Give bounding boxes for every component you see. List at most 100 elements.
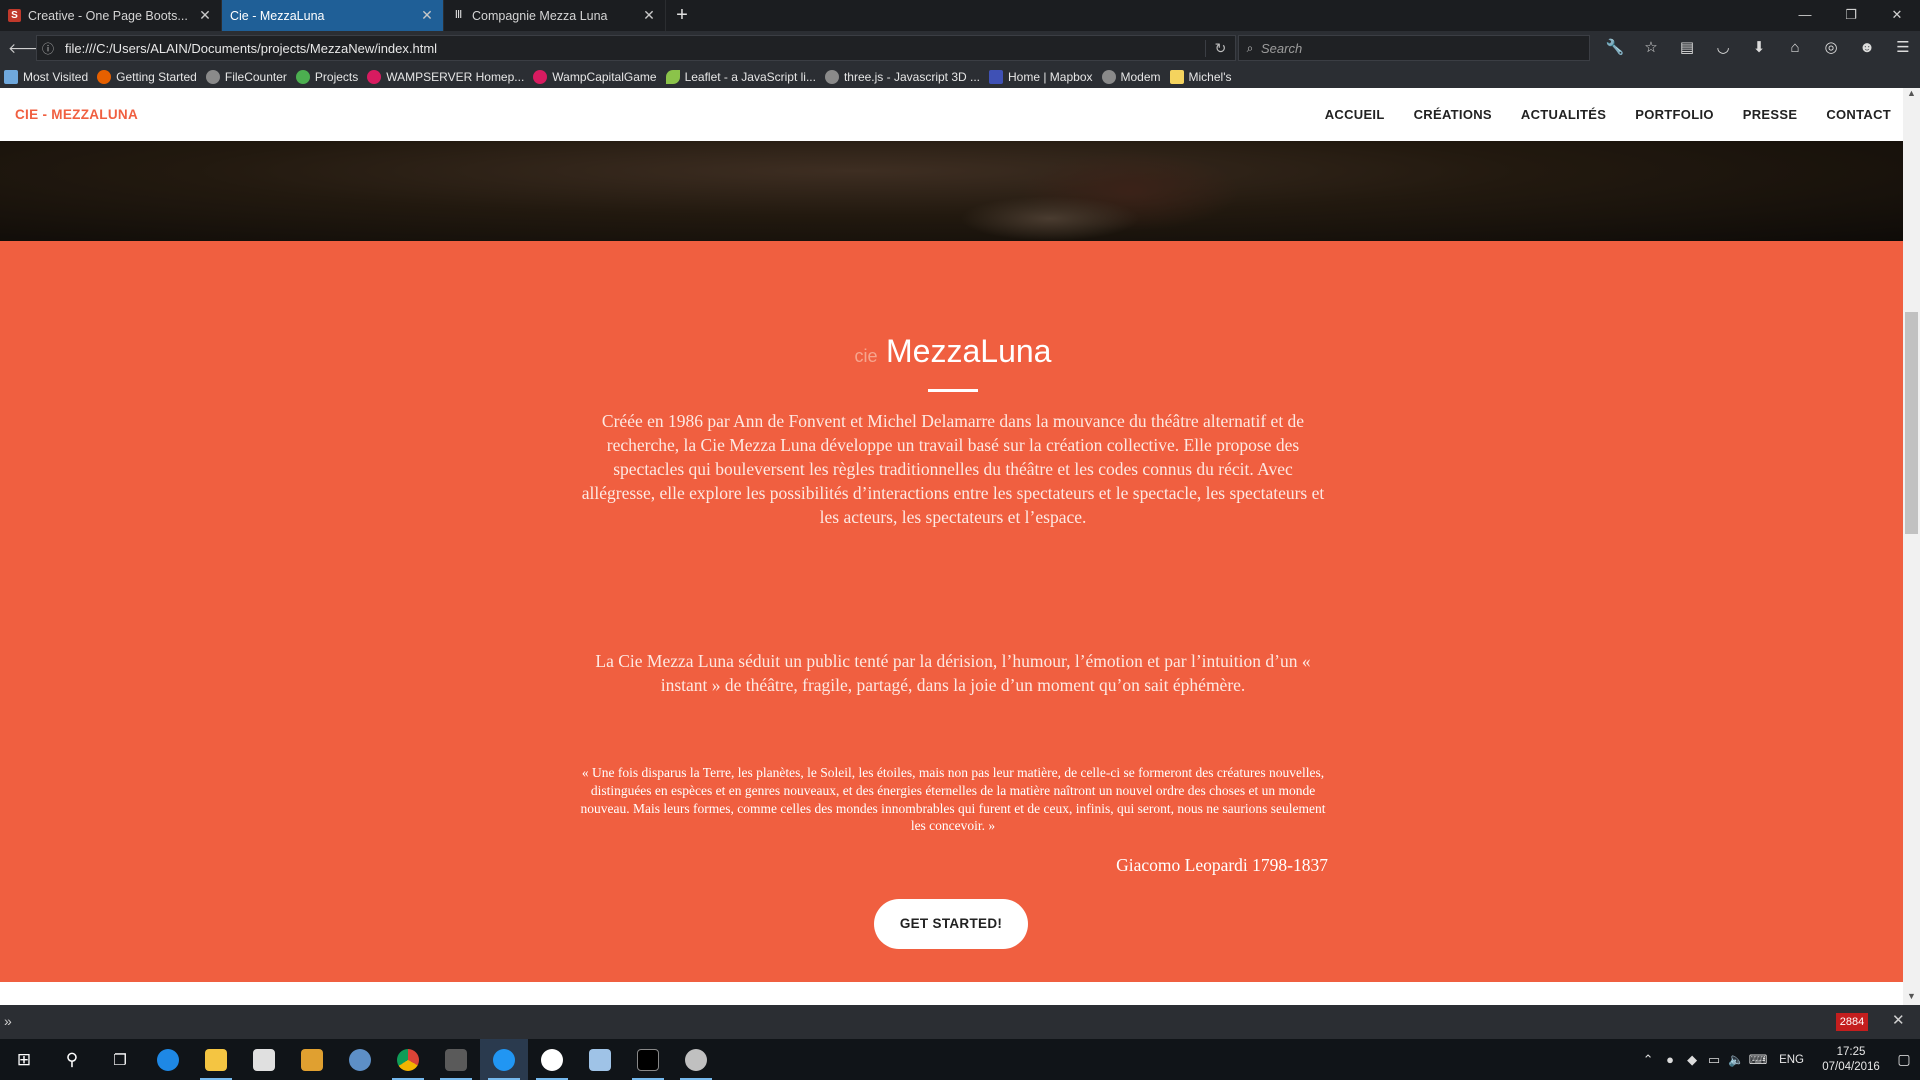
notifications-icon[interactable]: ▢ bbox=[1888, 1051, 1920, 1068]
task-view-icon: ❐ bbox=[113, 1051, 127, 1069]
page-scrollbar[interactable]: ▲ ▼ bbox=[1903, 88, 1920, 1005]
chrome-icon bbox=[295, 69, 310, 84]
search-button[interactable]: ⚲ bbox=[48, 1039, 96, 1080]
search-bar[interactable]: ⌕ bbox=[1238, 35, 1590, 61]
chrome-icon bbox=[397, 1048, 419, 1071]
folder-icon bbox=[205, 1048, 227, 1071]
heading-divider bbox=[928, 389, 978, 392]
task-view-button[interactable]: ❐ bbox=[96, 1039, 144, 1080]
info-icon[interactable]: ⓘ bbox=[37, 40, 59, 57]
hamburger-menu-icon[interactable]: ☰ bbox=[1892, 36, 1914, 60]
volume-icon[interactable]: 🔈 bbox=[1725, 1052, 1747, 1068]
close-icon[interactable]: ✕ bbox=[1892, 1011, 1905, 1029]
menu-creations[interactable]: CRÉATIONS bbox=[1414, 107, 1492, 122]
menu-presse[interactable]: PRESSE bbox=[1743, 107, 1798, 122]
back-icon[interactable]: 🡐 bbox=[8, 37, 46, 59]
pocket-icon[interactable]: ◡ bbox=[1712, 36, 1734, 60]
chevron-up-icon[interactable]: ⌃ bbox=[1637, 1052, 1659, 1068]
sublime-icon bbox=[445, 1048, 467, 1071]
bookmark-modem[interactable]: Modem bbox=[1101, 69, 1161, 84]
chat-icon[interactable]: ☻ bbox=[1856, 36, 1878, 60]
bookmark-michels[interactable]: Michel's bbox=[1169, 69, 1231, 84]
taskbar-chrome[interactable] bbox=[384, 1039, 432, 1080]
menu-accueil[interactable]: ACCUEIL bbox=[1325, 107, 1385, 122]
close-icon[interactable]: ✕ bbox=[641, 7, 657, 24]
reload-icon[interactable]: ↻ bbox=[1205, 39, 1235, 57]
close-icon[interactable]: ✕ bbox=[197, 7, 213, 24]
search-input[interactable] bbox=[1261, 40, 1561, 56]
menu-portfolio[interactable]: PORTFOLIO bbox=[1635, 107, 1714, 122]
wrench-icon[interactable]: 🔧 bbox=[1604, 36, 1626, 60]
taskbar-sublime[interactable] bbox=[432, 1039, 480, 1080]
dropbox-icon[interactable]: ◆ bbox=[1681, 1052, 1703, 1068]
taskbar-paint[interactable] bbox=[672, 1039, 720, 1080]
site-menu: ACCUEIL CRÉATIONS ACTUALITÉS PORTFOLIO P… bbox=[1296, 88, 1891, 141]
taskbar-firefox[interactable] bbox=[480, 1039, 528, 1080]
tab-compagnie-mezza-luna[interactable]: Ⅲ Compagnie Mezza Luna ✕ bbox=[444, 0, 666, 31]
taskbar-explorer[interactable] bbox=[192, 1039, 240, 1080]
download-icon[interactable]: ⬇ bbox=[1748, 36, 1770, 60]
home-icon[interactable]: ⌂ bbox=[1784, 36, 1806, 60]
scroll-up-icon[interactable]: ▲ bbox=[1903, 88, 1920, 102]
taskbar-store[interactable] bbox=[240, 1039, 288, 1080]
scroll-down-icon[interactable]: ▼ bbox=[1903, 991, 1920, 1005]
bookmark-getting-started[interactable]: Getting Started bbox=[97, 69, 197, 84]
steam-icon bbox=[349, 1048, 371, 1071]
bookmark-star-icon[interactable]: ☆ bbox=[1640, 36, 1662, 60]
url-text: file:///C:/Users/ALAIN/Documents/project… bbox=[65, 40, 438, 56]
menu-actualites[interactable]: ACTUALITÉS bbox=[1521, 107, 1606, 122]
bookmark-most-visited[interactable]: Most Visited bbox=[4, 69, 88, 84]
tab-cie-mezzaluna[interactable]: Cie - MezzaLuna ✕ bbox=[222, 0, 444, 31]
globe-icon bbox=[824, 69, 839, 84]
minimize-icon[interactable]: — bbox=[1782, 0, 1828, 31]
scrollbar-thumb[interactable] bbox=[1905, 312, 1918, 534]
taskbar-3d[interactable] bbox=[576, 1039, 624, 1080]
error-counter[interactable]: 2884 bbox=[1836, 1013, 1868, 1031]
system-tray: ⌃ ● ◆ ▭ 🔈 ⌨ ENG 17:25 07/04/2016 ▢ bbox=[1637, 1039, 1920, 1080]
tab-title: Cie - MezzaLuna bbox=[230, 8, 325, 23]
keyboard-icon[interactable]: ⌨ bbox=[1747, 1052, 1769, 1068]
windows-icon: ⊞ bbox=[16, 1049, 32, 1069]
bookmark-threejs[interactable]: three.js - Javascript 3D ... bbox=[824, 69, 980, 84]
taskbar-terminal[interactable] bbox=[624, 1039, 672, 1080]
clock-time: 17:25 bbox=[1836, 1045, 1866, 1058]
tab-creative[interactable]: S Creative - One Page Boots... ✕ bbox=[0, 0, 222, 31]
clock[interactable]: 17:25 07/04/2016 bbox=[1814, 1045, 1888, 1075]
restore-icon[interactable]: ❐ bbox=[1828, 0, 1874, 31]
taskbar-app[interactable] bbox=[528, 1039, 576, 1080]
close-window-icon[interactable]: ✕ bbox=[1874, 0, 1920, 31]
about-paragraph-2: La Cie Mezza Luna séduit un public tenté… bbox=[595, 651, 1311, 695]
url-bar[interactable]: ⓘ file:///C:/Users/ALAIN/Documents/proje… bbox=[36, 35, 1236, 61]
get-started-button[interactable]: GET STARTED! bbox=[874, 899, 1028, 949]
menu-contact[interactable]: CONTACT bbox=[1826, 107, 1891, 122]
taskbar-media[interactable] bbox=[288, 1039, 336, 1080]
globe-icon bbox=[205, 69, 220, 84]
new-tab-button[interactable]: + bbox=[666, 0, 698, 31]
site-brand[interactable]: CIE - MEZZALUNA bbox=[15, 107, 138, 122]
bookmark-mapbox[interactable]: Home | Mapbox bbox=[989, 69, 1093, 84]
taskbar-edge[interactable] bbox=[144, 1039, 192, 1080]
sync-icon[interactable]: ◎ bbox=[1820, 36, 1842, 60]
wamp-icon bbox=[367, 69, 382, 84]
wamp-icon bbox=[533, 69, 548, 84]
start-button[interactable]: ⊞ bbox=[0, 1039, 48, 1080]
taskbar-steam[interactable] bbox=[336, 1039, 384, 1080]
tab-bar: S Creative - One Page Boots... ✕ Cie - M… bbox=[0, 0, 1920, 31]
bookmark-wampcapitalgame[interactable]: WampCapitalGame bbox=[533, 69, 657, 84]
search-icon: ⌕ bbox=[1246, 40, 1254, 55]
tab-title: Compagnie Mezza Luna bbox=[472, 8, 608, 23]
language-indicator[interactable]: ENG bbox=[1779, 1054, 1804, 1066]
bookmark-filecounter[interactable]: FileCounter bbox=[205, 69, 287, 84]
bookmark-wampserver[interactable]: WAMPSERVER Homep... bbox=[367, 69, 524, 84]
close-icon[interactable]: ✕ bbox=[419, 7, 435, 24]
bookmark-leaflet[interactable]: Leaflet - a JavaScript li... bbox=[665, 69, 816, 84]
bookmark-projects[interactable]: Projects bbox=[295, 69, 358, 84]
mapbox-icon bbox=[989, 69, 1003, 84]
clock-date: 07/04/2016 bbox=[1822, 1060, 1880, 1073]
steam-tray-icon[interactable]: ● bbox=[1659, 1052, 1681, 1067]
network-icon[interactable]: ▭ bbox=[1703, 1052, 1725, 1068]
app-icon bbox=[541, 1048, 563, 1071]
window-controls: — ❐ ✕ bbox=[1782, 0, 1920, 31]
reader-list-icon[interactable]: ▤ bbox=[1676, 36, 1698, 60]
chevron-right-icon[interactable]: » bbox=[4, 1013, 12, 1029]
